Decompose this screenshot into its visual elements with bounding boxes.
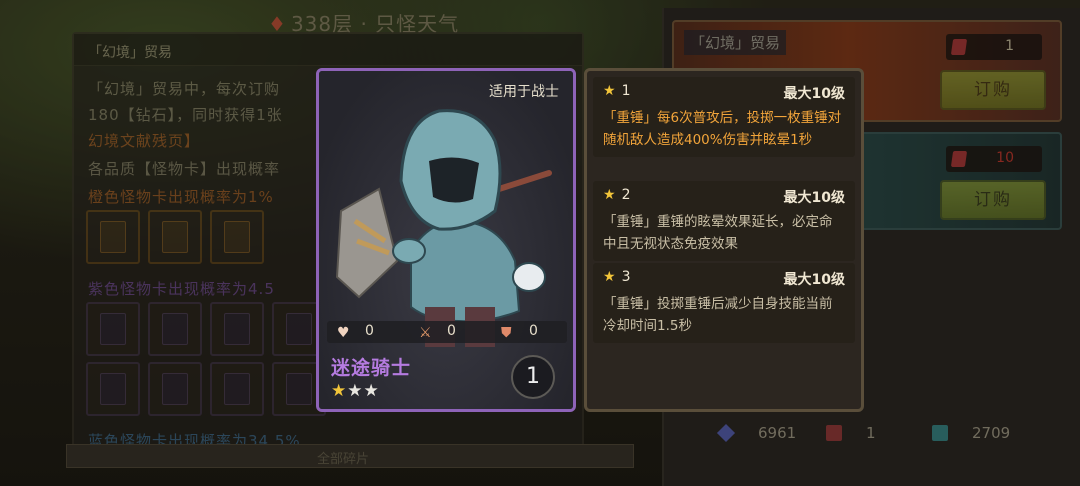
- star-icon: ★: [603, 187, 616, 203]
- hp-stat: ♥ 0: [337, 323, 374, 341]
- attack-value: 0: [447, 323, 456, 339]
- skill-description: 「重锤」投掷重锤后减少自身技能当前冷却时间1.5秒: [603, 296, 833, 334]
- star-icon: ★: [603, 269, 616, 285]
- attack-stat: ⚔ 0: [419, 323, 456, 341]
- skill-detail-panel: ★ 1 最大10级 「重锤」每6次普攻后，投掷一枚重锤对随机敌人造成400%伤害并眩…: [584, 68, 864, 412]
- defense-stat: ⛊ 0: [501, 323, 538, 341]
- skill-star-level: 1: [621, 83, 631, 99]
- skill-entry: ★ 2 最大10级 「重锤」重锤的眩晕效果延长，必定命中且无视状态免疫效果: [593, 181, 855, 261]
- hp-value: 0: [365, 323, 374, 339]
- star-filled-icon: ★: [331, 381, 348, 401]
- defense-value: 0: [529, 323, 538, 339]
- star-icon: ★: [603, 83, 616, 99]
- skill-max-level: 最大10级: [783, 86, 845, 102]
- skill-max-level: 最大10级: [783, 272, 845, 288]
- skill-star-level: 2: [621, 187, 631, 203]
- skill-max-level: 最大10级: [783, 190, 845, 206]
- applies-to-label: 适用于战士: [489, 84, 559, 100]
- star-empty-icon: ★: [363, 381, 380, 401]
- sword-icon: ⚔: [419, 325, 432, 341]
- card-name: 迷途骑士: [331, 357, 412, 379]
- card-level-badge: 1: [511, 355, 555, 399]
- skill-description: 「重锤」每6次普攻后，投掷一枚重锤对随机敌人造成400%伤害并眩晕1秒: [603, 110, 842, 148]
- card-stat-bar: ♥ 0 ⚔ 0 ⛊ 0: [327, 321, 567, 343]
- card-stars: ★★★: [331, 381, 380, 401]
- skill-star-level: 3: [621, 269, 631, 285]
- skill-entry: ★ 3 最大10级 「重锤」投掷重锤后减少自身技能当前冷却时间1.5秒: [593, 263, 855, 343]
- monster-card: 适用于战士 ♥ 0 ⚔ 0 ⛊ 0 迷途骑士 ★★★ 1: [316, 68, 576, 412]
- skill-description: 「重锤」重锤的眩晕效果延长，必定命中且无视状态免疫效果: [603, 214, 833, 252]
- heart-icon: ♥: [337, 325, 350, 341]
- skill-entry: ★ 1 最大10级 「重锤」每6次普攻后，投掷一枚重锤对随机敌人造成400%伤害并眩…: [593, 77, 855, 157]
- shield-icon: ⛊: [501, 325, 512, 341]
- star-empty-icon: ★: [347, 381, 364, 401]
